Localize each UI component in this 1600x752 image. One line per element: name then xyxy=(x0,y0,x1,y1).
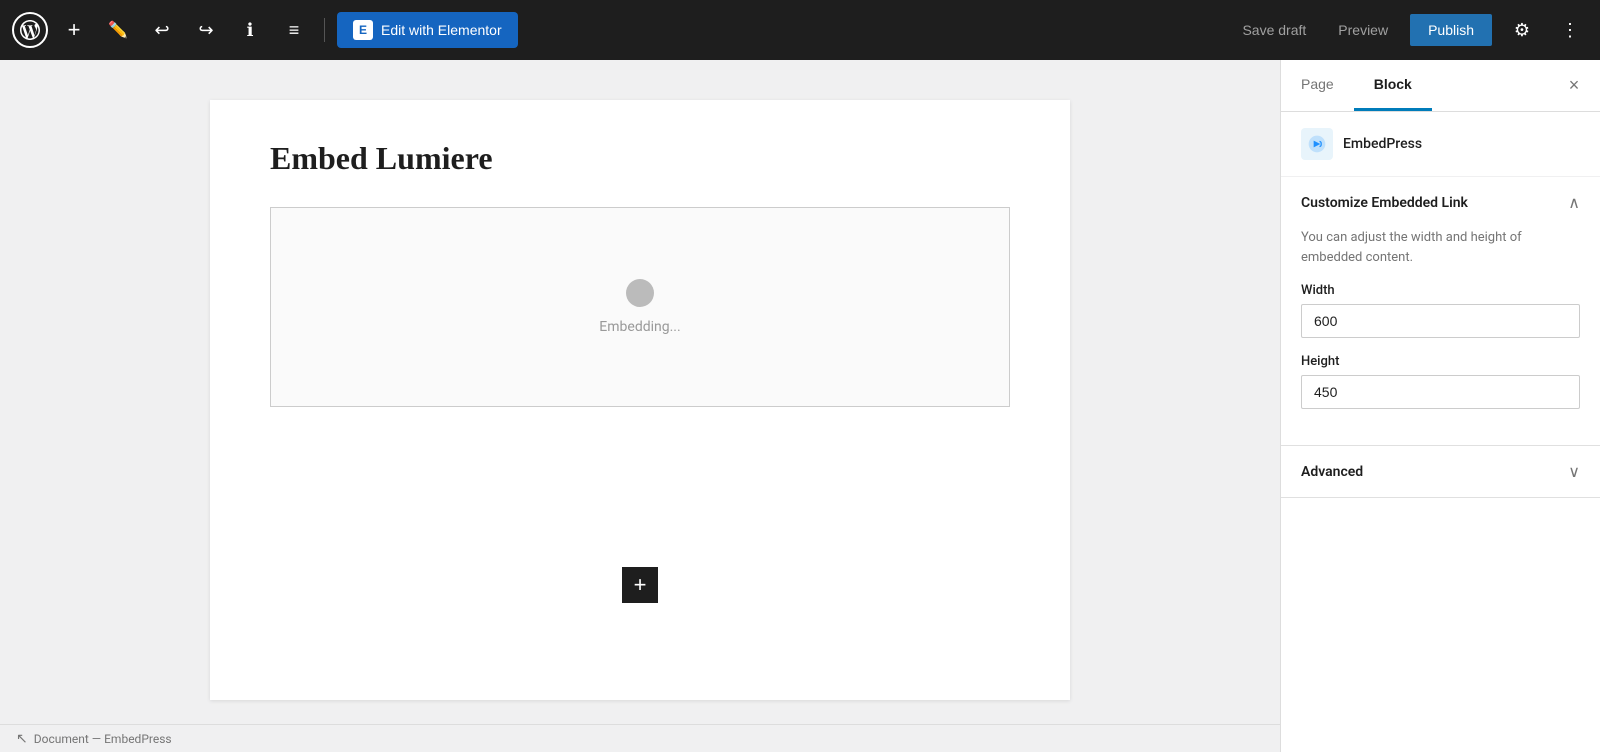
embed-spinner-icon xyxy=(626,279,654,307)
height-field: Height xyxy=(1301,354,1580,425)
embedpress-icon xyxy=(1301,128,1333,160)
edit-mode-button[interactable]: ✏️ xyxy=(100,12,136,48)
tab-page[interactable]: Page xyxy=(1281,60,1354,111)
tab-block[interactable]: Block xyxy=(1354,60,1432,111)
customize-section-header[interactable]: Customize Embedded Link ∧ xyxy=(1281,177,1600,228)
embed-block[interactable]: Embedding... xyxy=(270,207,1010,407)
customize-section-title: Customize Embedded Link xyxy=(1301,195,1468,211)
wp-logo[interactable] xyxy=(12,12,48,48)
edit-with-elementor-button[interactable]: E Edit with Elementor xyxy=(337,12,518,48)
close-sidebar-button[interactable]: × xyxy=(1556,68,1592,104)
block-plugin-info: EmbedPress xyxy=(1281,112,1600,177)
publish-button[interactable]: Publish xyxy=(1410,14,1492,46)
undo-button[interactable]: ↩ xyxy=(144,12,180,48)
width-input[interactable] xyxy=(1301,304,1580,338)
info-button[interactable]: ℹ xyxy=(232,12,268,48)
toolbar-right-actions: Save draft Preview Publish ⚙ ⋮ xyxy=(1232,12,1588,48)
cursor-icon: ↖ xyxy=(16,731,28,747)
redo-button[interactable]: ↪ xyxy=(188,12,224,48)
customize-section: Customize Embedded Link ∧ You can adjust… xyxy=(1281,177,1600,446)
plugin-name-label: EmbedPress xyxy=(1343,136,1422,152)
width-label: Width xyxy=(1301,283,1580,298)
page-title: Embed Lumiere xyxy=(270,140,1010,177)
page-content: Embed Lumiere Embedding... + xyxy=(210,100,1070,700)
height-input[interactable] xyxy=(1301,375,1580,409)
toolbar: + ✏️ ↩ ↪ ℹ ≡ E Edit with Elementor Save … xyxy=(0,0,1600,60)
toolbar-divider xyxy=(324,18,325,42)
status-bar: ↖ Document — EmbedPress xyxy=(0,724,1280,752)
height-label: Height xyxy=(1301,354,1580,369)
add-block-button[interactable]: + xyxy=(622,567,658,603)
customize-section-content: You can adjust the width and height of e… xyxy=(1281,228,1600,445)
advanced-chevron-icon: ∨ xyxy=(1568,462,1580,481)
width-field: Width xyxy=(1301,283,1580,354)
breadcrumb: Document — EmbedPress xyxy=(34,732,172,746)
advanced-section-title: Advanced xyxy=(1301,464,1363,480)
elementor-icon: E xyxy=(353,20,373,40)
sidebar: Page Block × EmbedPress Customi xyxy=(1280,60,1600,752)
editor-area: Embed Lumiere Embedding... + xyxy=(0,60,1280,752)
save-draft-button[interactable]: Save draft xyxy=(1232,16,1316,44)
preview-button[interactable]: Preview xyxy=(1328,16,1398,44)
advanced-section: Advanced ∨ xyxy=(1281,446,1600,498)
list-view-button[interactable]: ≡ xyxy=(276,12,312,48)
customize-chevron-icon: ∧ xyxy=(1568,193,1580,212)
sidebar-header: Page Block × xyxy=(1281,60,1600,112)
main-layout: Embed Lumiere Embedding... + Page Block … xyxy=(0,60,1600,752)
more-options-button[interactable]: ⋮ xyxy=(1552,12,1588,48)
add-block-toolbar-button[interactable]: + xyxy=(56,12,92,48)
embed-loading-text: Embedding... xyxy=(599,319,680,335)
settings-button[interactable]: ⚙ xyxy=(1504,12,1540,48)
customize-description: You can adjust the width and height of e… xyxy=(1301,228,1580,267)
advanced-section-header[interactable]: Advanced ∨ xyxy=(1281,446,1600,497)
